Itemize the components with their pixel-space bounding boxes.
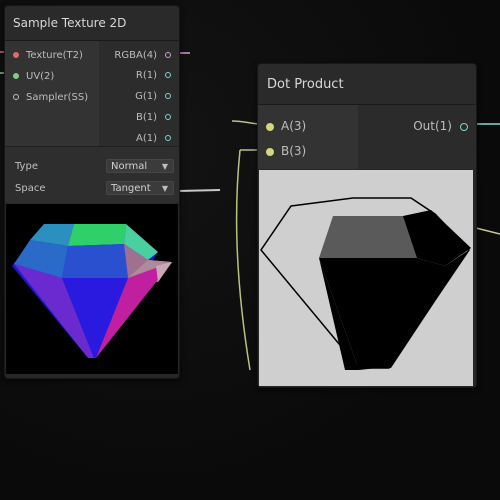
dot-product-gem-image: [260, 197, 471, 370]
space-setting: Space Tangent ▼: [13, 181, 174, 197]
a-port-icon[interactable]: [266, 122, 274, 131]
node-title[interactable]: Sample Texture 2D: [5, 6, 179, 41]
space-value: Tangent: [111, 183, 151, 194]
port-label: UV(2): [26, 71, 55, 82]
port-label: A(1): [135, 133, 157, 144]
r-output-port[interactable]: R(1): [136, 69, 171, 83]
node-title[interactable]: Dot Product: [258, 64, 476, 105]
sampler-port-icon[interactable]: [13, 94, 19, 100]
a-port-icon[interactable]: [165, 135, 171, 141]
space-label: Space: [15, 183, 46, 194]
b-port-icon[interactable]: [165, 114, 171, 120]
a-output-port[interactable]: A(1): [136, 132, 171, 146]
b-input-port[interactable]: B(3): [266, 143, 306, 159]
dot-product-node[interactable]: Dot Product A(3) B(3) Out(1): [257, 63, 477, 388]
g-port-icon[interactable]: [165, 93, 171, 99]
texture-port-icon[interactable]: [13, 52, 19, 58]
uv-port-icon[interactable]: [13, 73, 19, 79]
port-label: RGBA(4): [114, 50, 157, 61]
inputs-column: [258, 105, 358, 169]
port-label: R(1): [135, 70, 157, 81]
space-dropdown[interactable]: Tangent ▼: [106, 181, 174, 195]
port-label: B(1): [135, 112, 157, 123]
port-label: G(1): [135, 91, 157, 102]
port-label: Sampler(SS): [26, 92, 89, 103]
type-label: Type: [15, 161, 38, 172]
out-output-port[interactable]: Out(1): [413, 118, 468, 134]
sampler-input-port[interactable]: Sampler(SS): [13, 91, 88, 105]
uv-input-port[interactable]: UV(2): [13, 70, 54, 84]
type-value: Normal: [111, 161, 148, 172]
chevron-down-icon: ▼: [161, 184, 168, 193]
type-dropdown[interactable]: Normal ▼: [106, 159, 174, 173]
port-label: Out(1): [413, 119, 452, 133]
texture-preview: [6, 204, 178, 374]
a-input-port[interactable]: A(3): [266, 118, 306, 134]
g-output-port[interactable]: G(1): [135, 90, 171, 104]
dot-product-preview: [259, 170, 473, 386]
ports-section: Texture(T2) UV(2) Sampler(SS) RGBA(4) R(…: [5, 41, 179, 146]
texture-input-port[interactable]: Texture(T2): [13, 49, 83, 63]
port-label: Texture(T2): [26, 50, 83, 61]
rgba-output-port[interactable]: RGBA(4): [114, 49, 171, 63]
type-setting: Type Normal ▼: [13, 159, 174, 175]
sample-texture-2d-node[interactable]: Sample Texture 2D Texture(T2) UV(2) Samp…: [4, 5, 180, 379]
out-port-icon[interactable]: [460, 122, 468, 131]
chevron-down-icon: ▼: [161, 162, 168, 171]
port-label: A(3): [281, 119, 307, 133]
normal-map-gem-image: [12, 224, 172, 358]
b-port-icon[interactable]: [266, 147, 274, 156]
r-port-icon[interactable]: [165, 72, 171, 78]
rgba-port-icon[interactable]: [165, 52, 171, 58]
ports-section: A(3) B(3) Out(1): [258, 105, 476, 169]
node-settings: Type Normal ▼ Space Tangent ▼: [5, 146, 179, 203]
b-output-port[interactable]: B(1): [136, 111, 171, 125]
port-label: B(3): [281, 144, 307, 158]
